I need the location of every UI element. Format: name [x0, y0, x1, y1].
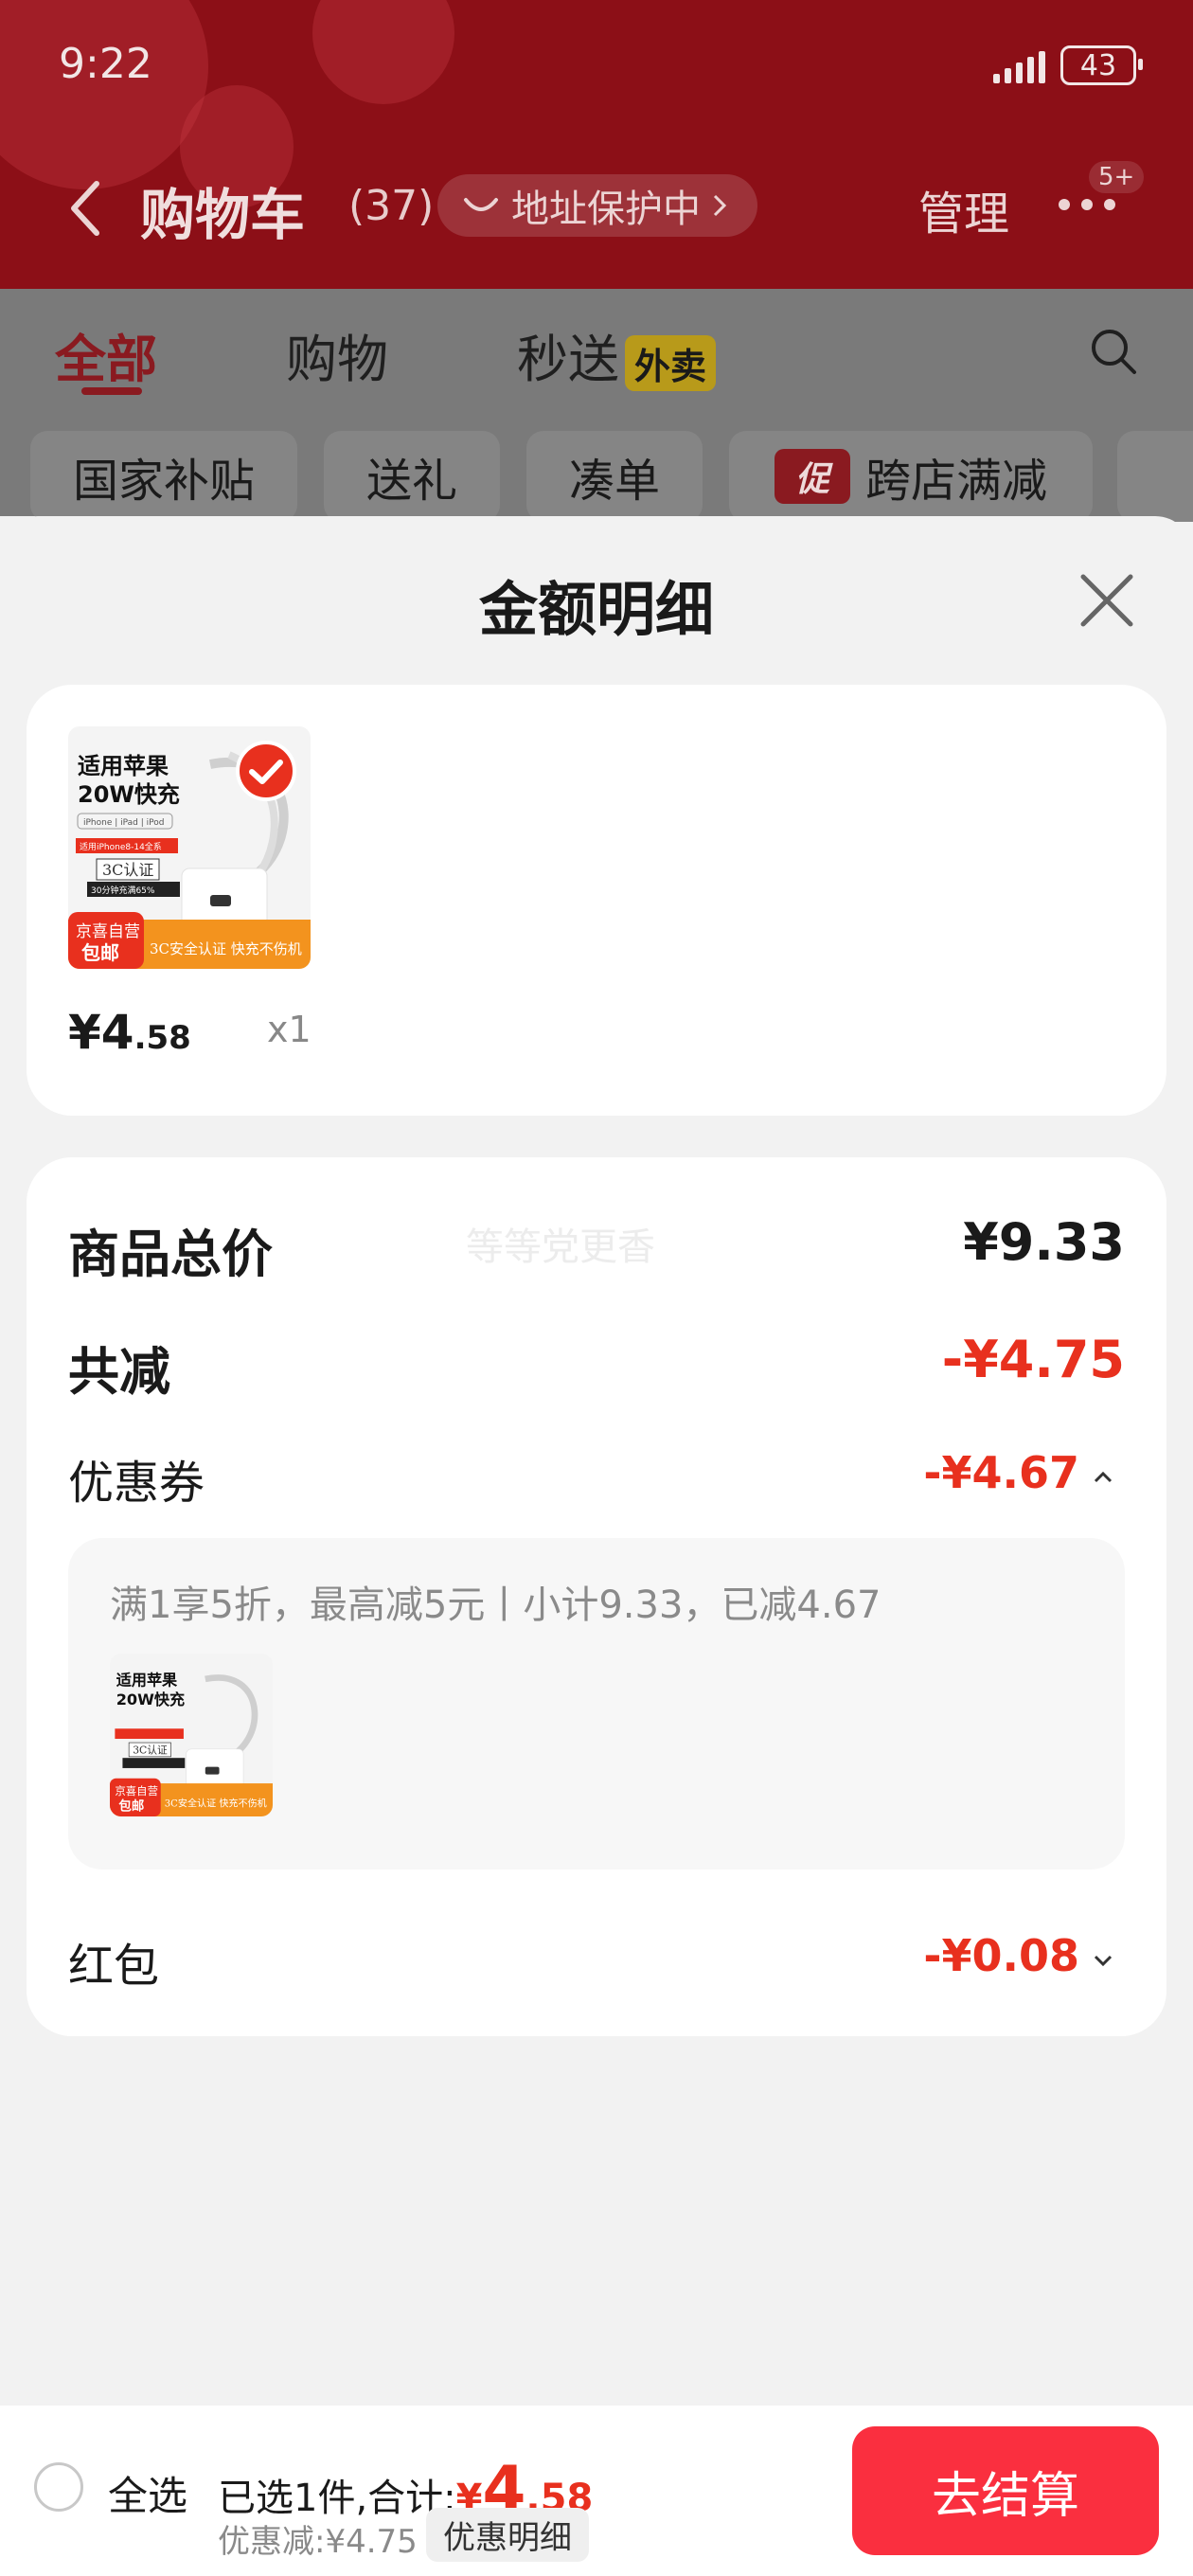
signal-icon	[993, 47, 1045, 83]
battery-level: 43	[1079, 48, 1117, 82]
chip-bundle[interactable]: 凑单	[526, 431, 703, 522]
tab-second-delivery[interactable]: 秒送 外卖	[517, 317, 717, 392]
charger-image-small: 适用苹果 20W快充 3C认证 京喜自营 包邮 3C安全认证 快充不伤机	[110, 1654, 273, 1816]
checkout-button[interactable]: 去结算	[852, 2426, 1159, 2555]
item-price-int: ¥4	[68, 1005, 134, 1060]
close-icon[interactable]	[1077, 571, 1136, 630]
image-text-9: 3C安全认证 快充不伤机	[150, 940, 302, 957]
red-packet-label: 红包	[68, 1940, 160, 1993]
total-price-label: 商品总价	[68, 1225, 273, 1284]
tabs-area: 全部 购物 秒送 外卖 国家补贴 送礼 凑单 促 跨店满减	[0, 289, 1193, 522]
total-reduce-value: -¥4.75	[941, 1330, 1125, 1389]
coupon-toggle[interactable]: -¥4.67	[923, 1447, 1113, 1498]
chip-more[interactable]	[1117, 431, 1193, 522]
coupon-description: 满1享5折，最高减5元丨小计9.33，已减4.67	[110, 1583, 881, 1627]
coupon-detail-box: 满1享5折，最高减5元丨小计9.33，已减4.67 适用苹果 20W快充 3C认…	[68, 1538, 1125, 1869]
promo-icon: 促	[774, 449, 850, 504]
coupon-label: 优惠券	[68, 1457, 205, 1510]
chevron-right-icon	[713, 194, 727, 217]
battery-icon: 43	[1060, 45, 1143, 85]
tab-second-delivery-label: 秒送	[517, 330, 619, 389]
page-title: 购物车	[140, 183, 306, 247]
image-text-2: 20W快充	[78, 781, 180, 808]
product-thumbnail[interactable]: 适用苹果 20W快充 iPhone | iPad | iPod 适用iPhone…	[68, 726, 311, 969]
item-price: ¥4.58	[68, 1005, 191, 1060]
chevron-up-icon	[1094, 1471, 1113, 1483]
red-packet-toggle[interactable]: -¥0.08	[923, 1930, 1113, 1981]
discount-text: 优惠减:¥4.75	[218, 2523, 418, 2561]
select-all-label[interactable]: 全选	[108, 2464, 187, 2522]
cart-count: (37)	[348, 182, 435, 230]
nav-row: 购物车 (37) 地址保护中 管理 5+	[0, 161, 1193, 256]
tab-underline	[81, 387, 142, 395]
chip-cross-store[interactable]: 促 跨店满减	[729, 431, 1093, 522]
small-image-text-1: 适用苹果	[116, 1672, 178, 1690]
small-image-text-7: 京喜自营	[115, 1784, 158, 1798]
address-protect-button[interactable]: 地址保护中	[437, 174, 757, 237]
back-icon[interactable]	[66, 178, 104, 239]
search-icon[interactable]	[1089, 327, 1138, 376]
red-packet-value: -¥0.08	[923, 1930, 1079, 1981]
item-quantity: x1	[267, 1009, 312, 1050]
watermark-text: 等等党更香	[466, 1225, 655, 1269]
summary-card: 商品总价 等等党更香 ¥9.33 共减 -¥4.75 优惠券 -¥4.67 满1…	[27, 1157, 1166, 2036]
image-text-6: 30分钟充满65%	[91, 885, 155, 896]
manage-button[interactable]: 管理	[918, 176, 1009, 242]
chip-national-subsidy[interactable]: 国家补贴	[30, 431, 297, 522]
total-price-value: ¥9.33	[963, 1212, 1125, 1272]
coupon-product-thumbnail: 适用苹果 20W快充 3C认证 京喜自营 包邮 3C安全认证 快充不伤机	[110, 1654, 273, 1816]
select-all-radio[interactable]	[34, 2462, 83, 2512]
chevron-down-icon	[1094, 1955, 1113, 1967]
cart-header: 9:22 43 购物车 (37) 地址保护中 管理 5+	[0, 0, 1193, 289]
small-image-text-5: 3C认证	[133, 1744, 168, 1756]
more-badge: 5+	[1089, 161, 1145, 193]
selected-check-icon	[236, 741, 296, 801]
image-text-7: 京喜自营	[76, 922, 140, 941]
image-text-4: 适用iPhone8-14全系	[80, 841, 162, 852]
image-text-3: iPhone | iPad | iPod	[83, 818, 164, 828]
address-protect-label: 地址保护中	[511, 188, 701, 231]
tab-all[interactable]: 全部	[55, 317, 157, 392]
image-text-1: 适用苹果	[78, 753, 169, 779]
chip-gift[interactable]: 送礼	[324, 431, 500, 522]
more-icon[interactable]	[1059, 199, 1115, 210]
image-text-8: 包邮	[81, 941, 119, 964]
discount-detail-button[interactable]: 优惠明细	[426, 2508, 589, 2562]
tab-shopping[interactable]: 购物	[286, 317, 388, 392]
status-time: 9:22	[59, 40, 152, 88]
smile-icon	[464, 198, 498, 211]
item-price-dec: .58	[134, 1019, 191, 1057]
status-icons: 43	[993, 45, 1143, 85]
small-image-text-9: 3C安全认证 快充不伤机	[165, 1797, 267, 1809]
total-reduce-label: 共减	[68, 1342, 170, 1402]
image-text-5: 3C认证	[102, 861, 153, 879]
item-card: 适用苹果 20W快充 iPhone | iPad | iPod 适用iPhone…	[27, 685, 1166, 1116]
selected-prefix: 已选1件,合计:	[218, 2477, 456, 2520]
small-image-text-2: 20W快充	[116, 1690, 185, 1708]
waimai-tag: 外卖	[625, 334, 717, 391]
sheet-title: 金额明细	[478, 575, 714, 644]
small-image-text-8: 包邮	[118, 1798, 144, 1814]
coupon-value: -¥4.67	[923, 1447, 1079, 1498]
amount-detail-sheet: 金额明细 适用苹果 20W快充 iPhone | iPad | iPod 适用i…	[0, 516, 1193, 2410]
chip-cross-store-label: 跨店满减	[864, 455, 1047, 508]
checkout-bar: 全选 已选1件,合计:¥4.58 优惠减:¥4.75 优惠明细 去结算	[0, 2406, 1193, 2576]
